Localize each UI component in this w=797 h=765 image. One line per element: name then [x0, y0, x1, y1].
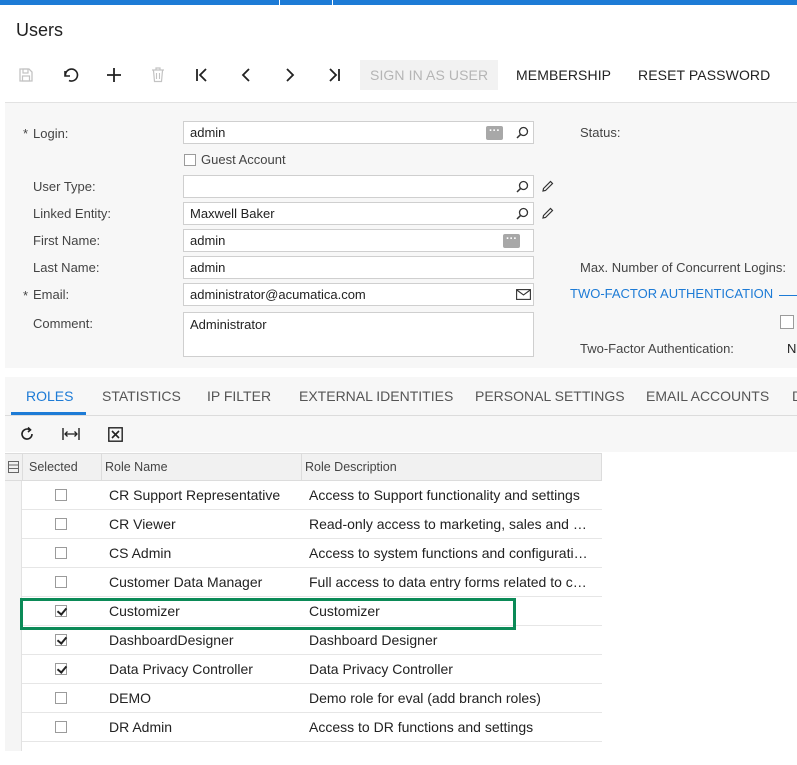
reset-password-button[interactable]: RESET PASSWORD [638, 60, 770, 90]
user-type-field[interactable] [183, 175, 534, 198]
guest-account-label: Guest Account [201, 152, 286, 167]
active-tab-indicator [11, 412, 86, 415]
edit-pencil-icon[interactable] [540, 205, 556, 221]
search-icon[interactable] [514, 124, 530, 140]
role-name-cell[interactable]: CR Viewer [109, 510, 297, 538]
linked-entity-label: Linked Entity: [33, 206, 112, 221]
column-header-selected[interactable]: Selected [29, 454, 78, 480]
export-excel-icon[interactable] [105, 424, 125, 444]
user-type-label: User Type: [33, 179, 96, 194]
row-selected-checkbox[interactable] [55, 576, 67, 588]
role-name-cell[interactable]: Customer Data Manager [109, 568, 297, 596]
top-accent-bar [0, 0, 797, 5]
first-name-label: First Name: [33, 233, 101, 248]
required-marker: * [23, 288, 29, 303]
add-icon[interactable] [104, 60, 124, 90]
role-description-cell[interactable]: Demo role for eval (add branch roles) [309, 684, 593, 712]
mail-icon[interactable] [514, 286, 532, 302]
row-selected-checkbox[interactable] [55, 634, 67, 646]
search-icon[interactable] [514, 178, 530, 194]
role-description-cell[interactable]: Access to system functions and configura… [309, 539, 593, 567]
role-description-cell[interactable]: Data Privacy Controller [309, 655, 593, 683]
two-factor-value[interactable]: N [787, 341, 796, 356]
tab-external-identities[interactable]: EXTERNAL IDENTITIES [299, 377, 453, 415]
linked-entity-field[interactable]: Maxwell Baker [183, 202, 534, 225]
tab-ip-filter[interactable]: IP FILTER [207, 377, 271, 415]
comment-field[interactable]: Administrator [183, 312, 534, 357]
role-name-cell[interactable]: DEMO [109, 684, 297, 712]
edit-pencil-icon[interactable] [540, 178, 556, 194]
sign-in-as-user-button[interactable]: SIGN IN AS USER [360, 60, 499, 90]
login-field[interactable]: admin [183, 121, 534, 144]
role-description-cell[interactable]: Dashboard Designer [309, 626, 593, 654]
row-selector-icon[interactable] [7, 460, 19, 474]
row-selected-checkbox[interactable] [55, 721, 67, 733]
max-logins-label: Max. Number of Concurrent Logins: [580, 260, 786, 275]
role-description-cell[interactable]: Full access to data entry forms related … [309, 568, 593, 596]
guest-account-checkbox[interactable] [184, 154, 196, 166]
role-description-cell[interactable]: Access to DR functions and settings [309, 713, 593, 741]
required-marker: * [23, 126, 29, 141]
fit-columns-icon[interactable] [61, 424, 81, 444]
tab-bar: ROLES STATISTICS IP FILTER EXTERNAL IDEN… [5, 377, 797, 416]
role-description-cell[interactable]: Read-only access to marketing, sales and… [309, 510, 593, 538]
email-field[interactable]: administrator@acumatica.com [183, 283, 534, 306]
table-row[interactable]: CR Viewer Read-only access to marketing, … [5, 510, 602, 539]
undo-icon[interactable] [60, 60, 80, 90]
page-title: Users [16, 20, 64, 40]
last-record-icon[interactable] [324, 60, 344, 90]
role-name-cell[interactable]: CS Admin [109, 539, 297, 567]
tab-personal-settings[interactable]: PERSONAL SETTINGS [475, 377, 625, 415]
table-row[interactable]: DEMO Demo role for eval (add branch roles… [5, 684, 602, 713]
more-icon[interactable]: ··· [503, 234, 520, 248]
row-selected-checkbox[interactable] [55, 547, 67, 559]
login-label: Login: [33, 126, 69, 141]
column-header-role-name[interactable]: Role Name [105, 454, 168, 480]
table-row[interactable]: Customer Data Manager Full access to data… [5, 568, 602, 597]
row-selected-checkbox[interactable] [55, 663, 67, 675]
grid-header: Selected Role Name Role Description [5, 453, 602, 481]
table-row[interactable]: DashboardDesigner Dashboard Designer [5, 626, 602, 655]
status-label: Status: [580, 125, 621, 140]
two-factor-label: Two-Factor Authentication: [580, 341, 734, 356]
role-description-cell[interactable]: Access to Support functionality and sett… [309, 481, 593, 509]
section-divider [779, 295, 797, 296]
tab-roles[interactable]: ROLES [26, 377, 73, 415]
tab-email-accounts[interactable]: EMAIL ACCOUNTS [646, 377, 769, 415]
table-row[interactable]: Data Privacy Controller Data Privacy Cont… [5, 655, 602, 684]
search-icon[interactable] [514, 205, 530, 221]
first-record-icon[interactable] [192, 60, 212, 90]
membership-button[interactable]: MEMBERSHIP [516, 60, 611, 90]
tab-more[interactable]: D [792, 377, 797, 415]
delete-icon[interactable] [148, 60, 168, 90]
last-name-label: Last Name: [33, 260, 100, 275]
role-name-cell[interactable]: CR Support Representative [109, 481, 297, 509]
next-record-icon[interactable] [280, 60, 300, 90]
row-selected-checkbox[interactable] [55, 489, 67, 501]
highlight-annotation [20, 598, 516, 630]
refresh-icon[interactable] [17, 424, 37, 444]
column-header-role-description[interactable]: Role Description [305, 454, 397, 480]
role-name-cell[interactable]: DashboardDesigner [109, 626, 297, 654]
row-selected-checkbox[interactable] [55, 692, 67, 704]
table-row[interactable]: CR Support Representative Access to Suppo… [5, 481, 602, 510]
comment-label: Comment: [33, 316, 93, 331]
grid-toolbar [5, 416, 797, 452]
toolbar: SIGN IN AS USER MEMBERSHIP RESET PASSWOR… [0, 60, 797, 90]
table-row[interactable]: CS Admin Access to system functions and c… [5, 539, 602, 568]
two-factor-section-header[interactable]: TWO-FACTOR AUTHENTICATION [570, 286, 773, 301]
role-name-cell[interactable]: DR Admin [109, 713, 297, 741]
role-name-cell[interactable]: Data Privacy Controller [109, 655, 297, 683]
save-icon[interactable] [16, 60, 36, 90]
last-name-field[interactable]: admin [183, 256, 534, 279]
more-icon[interactable]: ··· [486, 126, 503, 140]
email-label: Email: [33, 287, 70, 302]
two-factor-checkbox[interactable] [780, 315, 794, 329]
first-name-field[interactable]: admin [183, 229, 534, 252]
tab-statistics[interactable]: STATISTICS [102, 377, 181, 415]
previous-record-icon[interactable] [236, 60, 256, 90]
row-selected-checkbox[interactable] [55, 518, 67, 530]
table-row[interactable]: DR Admin Access to DR functions and setti… [5, 713, 602, 742]
